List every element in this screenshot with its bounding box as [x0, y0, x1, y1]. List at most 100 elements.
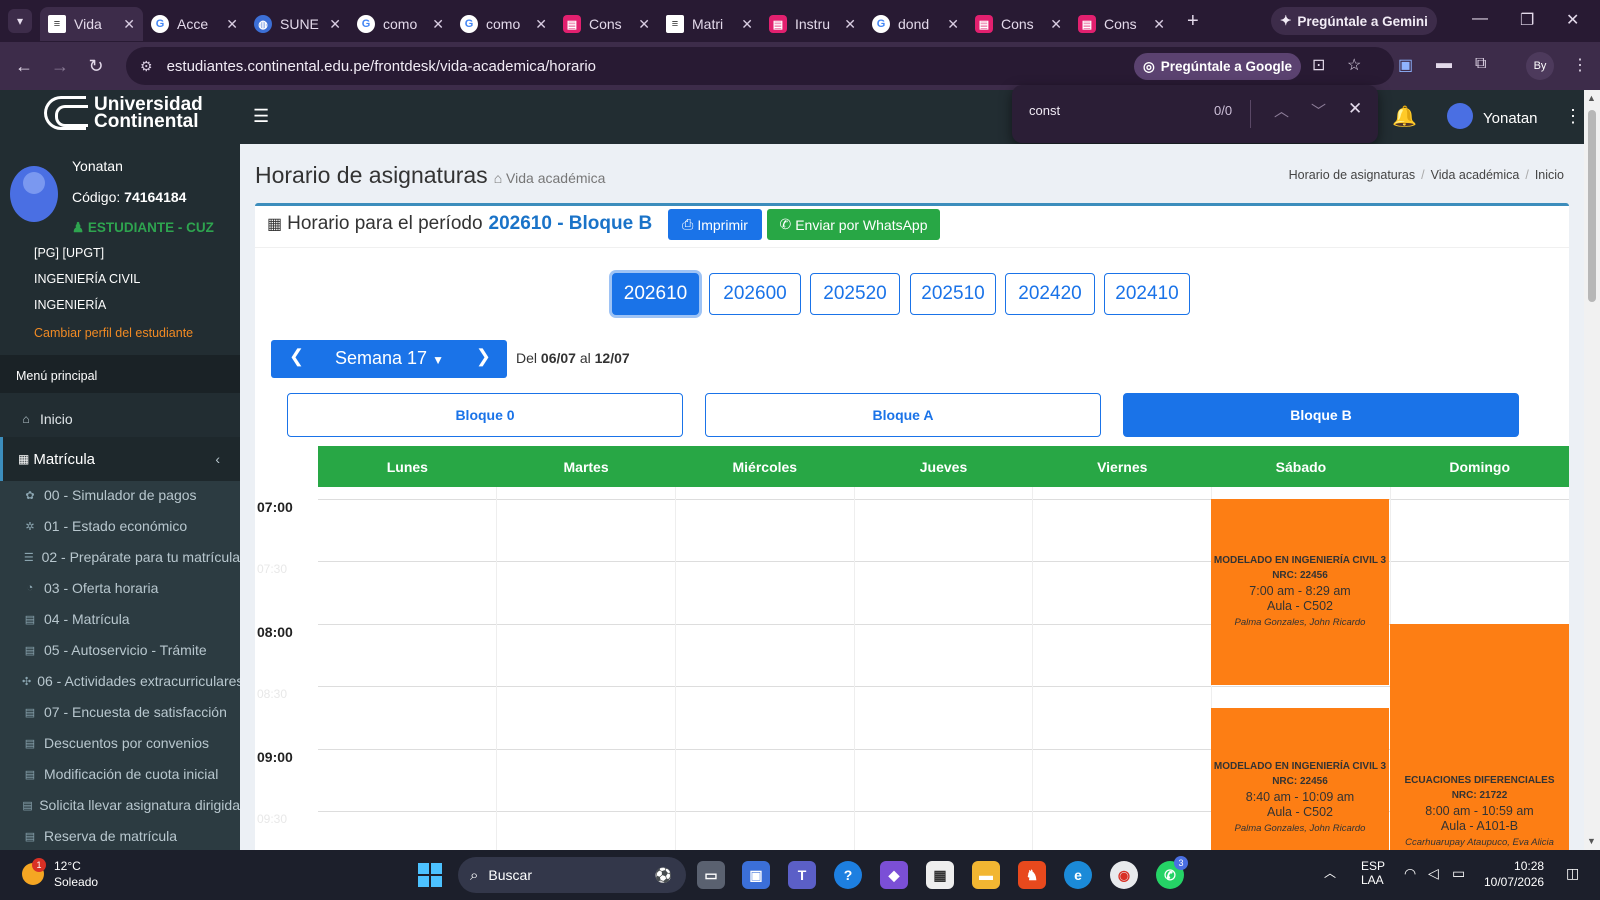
battery-icon[interactable]: ▭: [1452, 865, 1465, 882]
lens-search-icon[interactable]: ⊡: [1312, 55, 1325, 75]
submenu-item[interactable]: ◔ 03 - Oferta horaria: [0, 580, 240, 596]
browser-tab[interactable]: ▤ Instru ✕: [761, 7, 864, 41]
close-tab-icon[interactable]: ✕: [123, 16, 135, 33]
submenu-item[interactable]: ✲ 01 - Estado económico: [0, 518, 240, 534]
block-button-b[interactable]: Bloque B: [1123, 393, 1519, 437]
submenu-item[interactable]: ✣ 06 - Actividades extracurriculares: [0, 673, 240, 689]
close-tab-icon[interactable]: ✕: [1050, 16, 1062, 33]
hamburger-menu-icon[interactable]: ☰: [253, 106, 269, 127]
submenu-item[interactable]: ▤ 07 - Encuesta de satisfacción: [0, 704, 240, 720]
close-find-icon[interactable]: ✕: [1348, 99, 1362, 119]
ask-google-button[interactable]: ◎ Pregúntale a Google: [1134, 53, 1301, 80]
next-week-icon[interactable]: ❯: [476, 346, 491, 367]
browser-tab[interactable]: ▤ Cons ✕: [555, 7, 658, 41]
brave-icon[interactable]: ♞: [1018, 861, 1046, 889]
chrome-icon[interactable]: ◉: [1110, 861, 1138, 889]
close-tab-icon[interactable]: ✕: [638, 16, 650, 33]
browser-tab[interactable]: ▤ Cons ✕: [967, 7, 1070, 41]
week-dropdown[interactable]: Semana 17 ▼: [335, 348, 444, 369]
gemini-button[interactable]: ✦ Pregúntale a Gemini: [1271, 7, 1437, 35]
translate-icon[interactable]: ▣: [1398, 55, 1413, 75]
more-options-icon[interactable]: ⋮: [1564, 106, 1582, 127]
block-button-0[interactable]: Bloque 0: [287, 393, 683, 437]
submenu-item[interactable]: ▤ 05 - Autoservicio - Trámite: [0, 642, 240, 658]
class-event[interactable]: MODELADO EN INGENIERÍA CIVIL 3 NRC: 2245…: [1211, 708, 1389, 850]
start-button[interactable]: [418, 863, 442, 887]
close-tab-icon[interactable]: ✕: [947, 16, 959, 33]
period-button-202510[interactable]: 202510: [910, 273, 996, 315]
widgets-icon[interactable]: ▣: [742, 861, 770, 889]
site-settings-icon[interactable]: ⚙: [140, 58, 153, 75]
scroll-down-icon[interactable]: ▼: [1587, 836, 1596, 846]
close-tab-icon[interactable]: ✕: [844, 16, 856, 33]
user-avatar[interactable]: [1447, 103, 1473, 129]
close-tab-icon[interactable]: ✕: [226, 16, 238, 33]
submenu-item[interactable]: ▤ 04 - Matrícula: [0, 611, 240, 627]
browser-tab[interactable]: ≡ Matri ✕: [658, 7, 761, 41]
reload-icon[interactable]: ↻: [78, 56, 114, 77]
browser-menu-icon[interactable]: ⋮: [1572, 55, 1588, 75]
language-indicator[interactable]: ESP LAA: [1361, 859, 1385, 887]
bookmark-star-icon[interactable]: ☆: [1347, 55, 1361, 75]
find-previous-icon[interactable]: ︿: [1274, 100, 1289, 121]
task-view-icon[interactable]: ▭: [697, 861, 725, 889]
submenu-item[interactable]: ▤ Solicita llevar asignatura dirigida: [0, 797, 240, 813]
notifications-icon[interactable]: ◫: [1566, 865, 1579, 882]
minimize-icon[interactable]: —: [1472, 10, 1488, 28]
new-tab-icon[interactable]: +: [1187, 10, 1199, 33]
class-event[interactable]: MODELADO EN INGENIERÍA CIVIL 3 NRC: 2245…: [1211, 499, 1389, 685]
period-button-202610[interactable]: 202610: [612, 273, 699, 315]
file-explorer-icon[interactable]: ▬: [972, 861, 1000, 889]
period-button-202420[interactable]: 202420: [1005, 273, 1095, 315]
back-icon[interactable]: ←: [6, 56, 42, 77]
extensions-puzzle-icon[interactable]: ⧉: [1475, 55, 1486, 73]
volume-icon[interactable]: ◁: [1428, 865, 1439, 882]
taskbar-search[interactable]: ⌕ Buscar ⚽: [458, 857, 686, 893]
clock[interactable]: 10:28 10/07/2026: [1484, 858, 1544, 890]
browser-tab[interactable]: G como ✕: [452, 7, 555, 41]
forward-icon[interactable]: →: [42, 56, 78, 77]
copilot-icon[interactable]: ◆: [880, 861, 908, 889]
browser-tab[interactable]: G Acce ✕: [143, 7, 246, 41]
profile-avatar[interactable]: By: [1526, 52, 1554, 80]
header-user-name[interactable]: Yonatan: [1483, 110, 1538, 127]
sidebar-item-matricula[interactable]: ▦ Matrícula ‹: [0, 437, 240, 481]
close-tab-icon[interactable]: ✕: [535, 16, 547, 33]
submenu-item[interactable]: ☰ 02 - Prepárate para tu matrícula: [0, 549, 240, 565]
browser-tab[interactable]: ▤ Cons ✕: [1070, 7, 1173, 41]
whatsapp-button[interactable]: ✆ Enviar por WhatsApp: [767, 209, 940, 240]
page-scrollbar[interactable]: ▲ ▼: [1584, 90, 1600, 850]
submenu-item[interactable]: ▤ Descuentos por convenios: [0, 735, 240, 751]
sidebar-item-home[interactable]: ⌂ Inicio: [0, 402, 240, 436]
find-input[interactable]: const: [1029, 103, 1060, 118]
extension-icon[interactable]: ▬: [1436, 55, 1452, 73]
browser-tab[interactable]: ◍ SUNE ✕: [246, 7, 349, 41]
submenu-item[interactable]: ✿ 00 - Simulador de pagos: [0, 487, 240, 503]
teams-icon[interactable]: T: [788, 861, 816, 889]
weather-desc[interactable]: Soleado: [54, 875, 98, 889]
notification-bell-icon[interactable]: 🔔: [1392, 104, 1417, 129]
previous-week-icon[interactable]: ❮: [289, 346, 304, 367]
scrollbar-thumb[interactable]: [1588, 110, 1596, 302]
class-event[interactable]: ECUACIONES DIFERENCIALES NRC: 21722 8:00…: [1390, 624, 1569, 850]
browser-tab[interactable]: G dond ✕: [864, 7, 967, 41]
chevron-up-icon[interactable]: ︿: [1324, 864, 1336, 881]
close-tab-icon[interactable]: ✕: [1153, 16, 1165, 33]
period-button-202600[interactable]: 202600: [709, 273, 801, 315]
weather-temp[interactable]: 12°C: [54, 859, 81, 873]
close-window-icon[interactable]: ✕: [1566, 10, 1579, 30]
store-icon[interactable]: ▦: [926, 861, 954, 889]
scroll-up-icon[interactable]: ▲: [1587, 93, 1596, 103]
find-next-icon[interactable]: ﹀: [1311, 100, 1326, 121]
wifi-icon[interactable]: ◠: [1404, 865, 1416, 882]
period-button-202410[interactable]: 202410: [1104, 273, 1190, 315]
browser-tab[interactable]: ≡ Vida ✕: [40, 7, 143, 41]
print-button[interactable]: ⎙ Imprimir: [668, 209, 762, 240]
restore-icon[interactable]: ❐: [1520, 10, 1534, 30]
change-profile-link[interactable]: Cambiar perfil del estudiante: [34, 326, 193, 340]
submenu-item[interactable]: ▤ Reserva de matrícula: [0, 828, 240, 844]
block-button-a[interactable]: Bloque A: [705, 393, 1101, 437]
close-tab-icon[interactable]: ✕: [329, 16, 341, 33]
edge-icon[interactable]: e: [1064, 861, 1092, 889]
submenu-item[interactable]: ▤ Modificación de cuota inicial: [0, 766, 240, 782]
